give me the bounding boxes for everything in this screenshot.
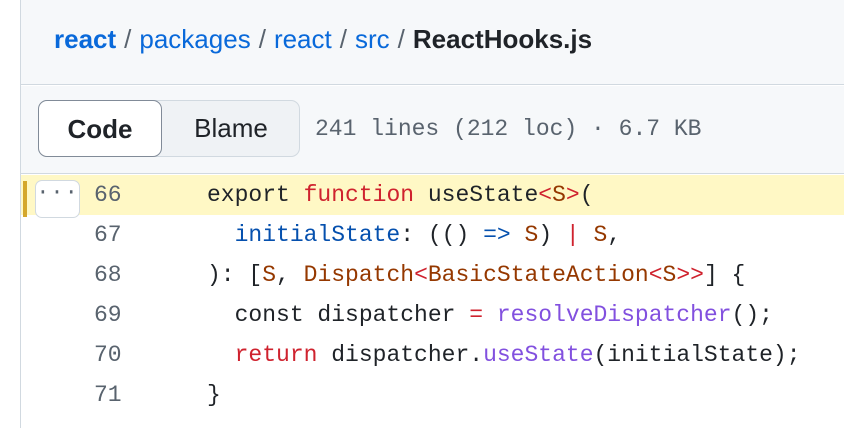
code-text: return dispatcher.useState(initialState)…: [207, 335, 801, 375]
file-view: react / packages / react / src / ReactHooks.js C…: [20, 0, 844, 428]
code-line-67: 67 initialState: (() => S) | S,: [21, 215, 844, 255]
line-number[interactable]: 69: [94, 295, 154, 335]
highlight-marker: [23, 181, 27, 217]
code-token: }: [207, 382, 221, 408]
code-token: =: [469, 302, 484, 328]
code-token: S: [593, 222, 608, 248]
code-text: initialState: (() => S) | S,: [207, 215, 622, 255]
code-token: <: [538, 182, 553, 208]
code-token: resolveDispatcher: [496, 302, 732, 328]
code-text: ): [S, Dispatch<BasicStateAction<S>>] {: [207, 255, 745, 295]
code-view: ··· 66 export function useState<S>( 67 i…: [21, 175, 844, 428]
code-token: (initialState);: [593, 342, 801, 368]
code-token: export: [207, 182, 304, 208]
line-number[interactable]: 71: [94, 375, 154, 415]
code-line-70: 70 return dispatcher.useState(initialSta…: [21, 335, 844, 375]
code-token: |: [565, 222, 580, 248]
code-token: ] {: [703, 262, 746, 288]
code-tab-button[interactable]: Code: [38, 100, 162, 157]
code-token: S: [662, 262, 677, 288]
file-toolbar: Code Blame 241 lines (212 loc) · 6.7 KB: [21, 86, 844, 174]
code-line-68: 68 ): [S, Dispatch<BasicStateAction<S>>]…: [21, 255, 844, 295]
code-token: <: [648, 262, 663, 288]
code-token: useState: [483, 342, 594, 368]
breadcrumb-separator: /: [258, 24, 266, 54]
code-token: S: [552, 182, 566, 208]
code-token: BasicStateAction: [427, 262, 649, 288]
code-token: ();: [731, 302, 773, 328]
code-token: function: [303, 182, 415, 208]
code-text: const dispatcher = resolveDispatcher();: [207, 295, 773, 335]
code-token: S: [524, 222, 539, 248]
file-info: 241 lines (212 loc) · 6.7 KB: [315, 116, 702, 142]
code-token: dispatcher.: [317, 342, 484, 368]
code-line-66: ··· 66 export function useState<S>(: [21, 175, 844, 218]
code-token: ): [: [207, 262, 263, 288]
line-number[interactable]: 67: [94, 215, 154, 255]
code-token: S: [262, 262, 277, 288]
view-mode-segmented-control: Code Blame: [38, 100, 300, 157]
line-number[interactable]: 68: [94, 255, 154, 295]
breadcrumb-link-packages[interactable]: packages: [139, 24, 250, 54]
blame-tab-button[interactable]: Blame: [163, 101, 299, 156]
code-line-71: 71 }: [21, 375, 844, 415]
line-number[interactable]: 70: [94, 335, 154, 375]
code-token: <: [414, 262, 428, 288]
code-token: Dispatch: [303, 262, 415, 288]
code-text: }: [207, 375, 221, 415]
line-number[interactable]: 66: [94, 175, 154, 215]
breadcrumb-link-react-root[interactable]: react: [54, 24, 116, 54]
breadcrumb-link-react[interactable]: react: [274, 24, 332, 54]
code-token: initialState: [234, 222, 401, 248]
breadcrumb-separator: /: [397, 24, 405, 54]
code-token: >>: [676, 262, 704, 288]
breadcrumb: react / packages / react / src / ReactHooks.js: [54, 22, 592, 56]
breadcrumb-current-file: ReactHooks.js: [412, 24, 593, 54]
code-text: export function useState<S>(: [207, 175, 594, 215]
code-token: ,: [607, 222, 622, 248]
code-token: ): [538, 222, 566, 248]
code-token: : ((): [400, 222, 484, 248]
breadcrumb-separator: /: [339, 24, 347, 54]
code-token: (: [579, 182, 594, 208]
code-token: useState: [427, 182, 539, 208]
breadcrumb-separator: /: [124, 24, 132, 54]
code-line-69: 69 const dispatcher = resolveDispatcher(…: [21, 295, 844, 335]
code-token: >: [565, 182, 580, 208]
file-header: react / packages / react / src / ReactHooks.js: [21, 0, 844, 85]
more-options-button[interactable]: ···: [35, 180, 80, 218]
code-token: return: [234, 342, 318, 368]
breadcrumb-link-src[interactable]: src: [355, 24, 390, 54]
code-token: const dispatcher: [207, 302, 470, 328]
code-token: =>: [483, 222, 511, 248]
code-token: ,: [276, 262, 304, 288]
